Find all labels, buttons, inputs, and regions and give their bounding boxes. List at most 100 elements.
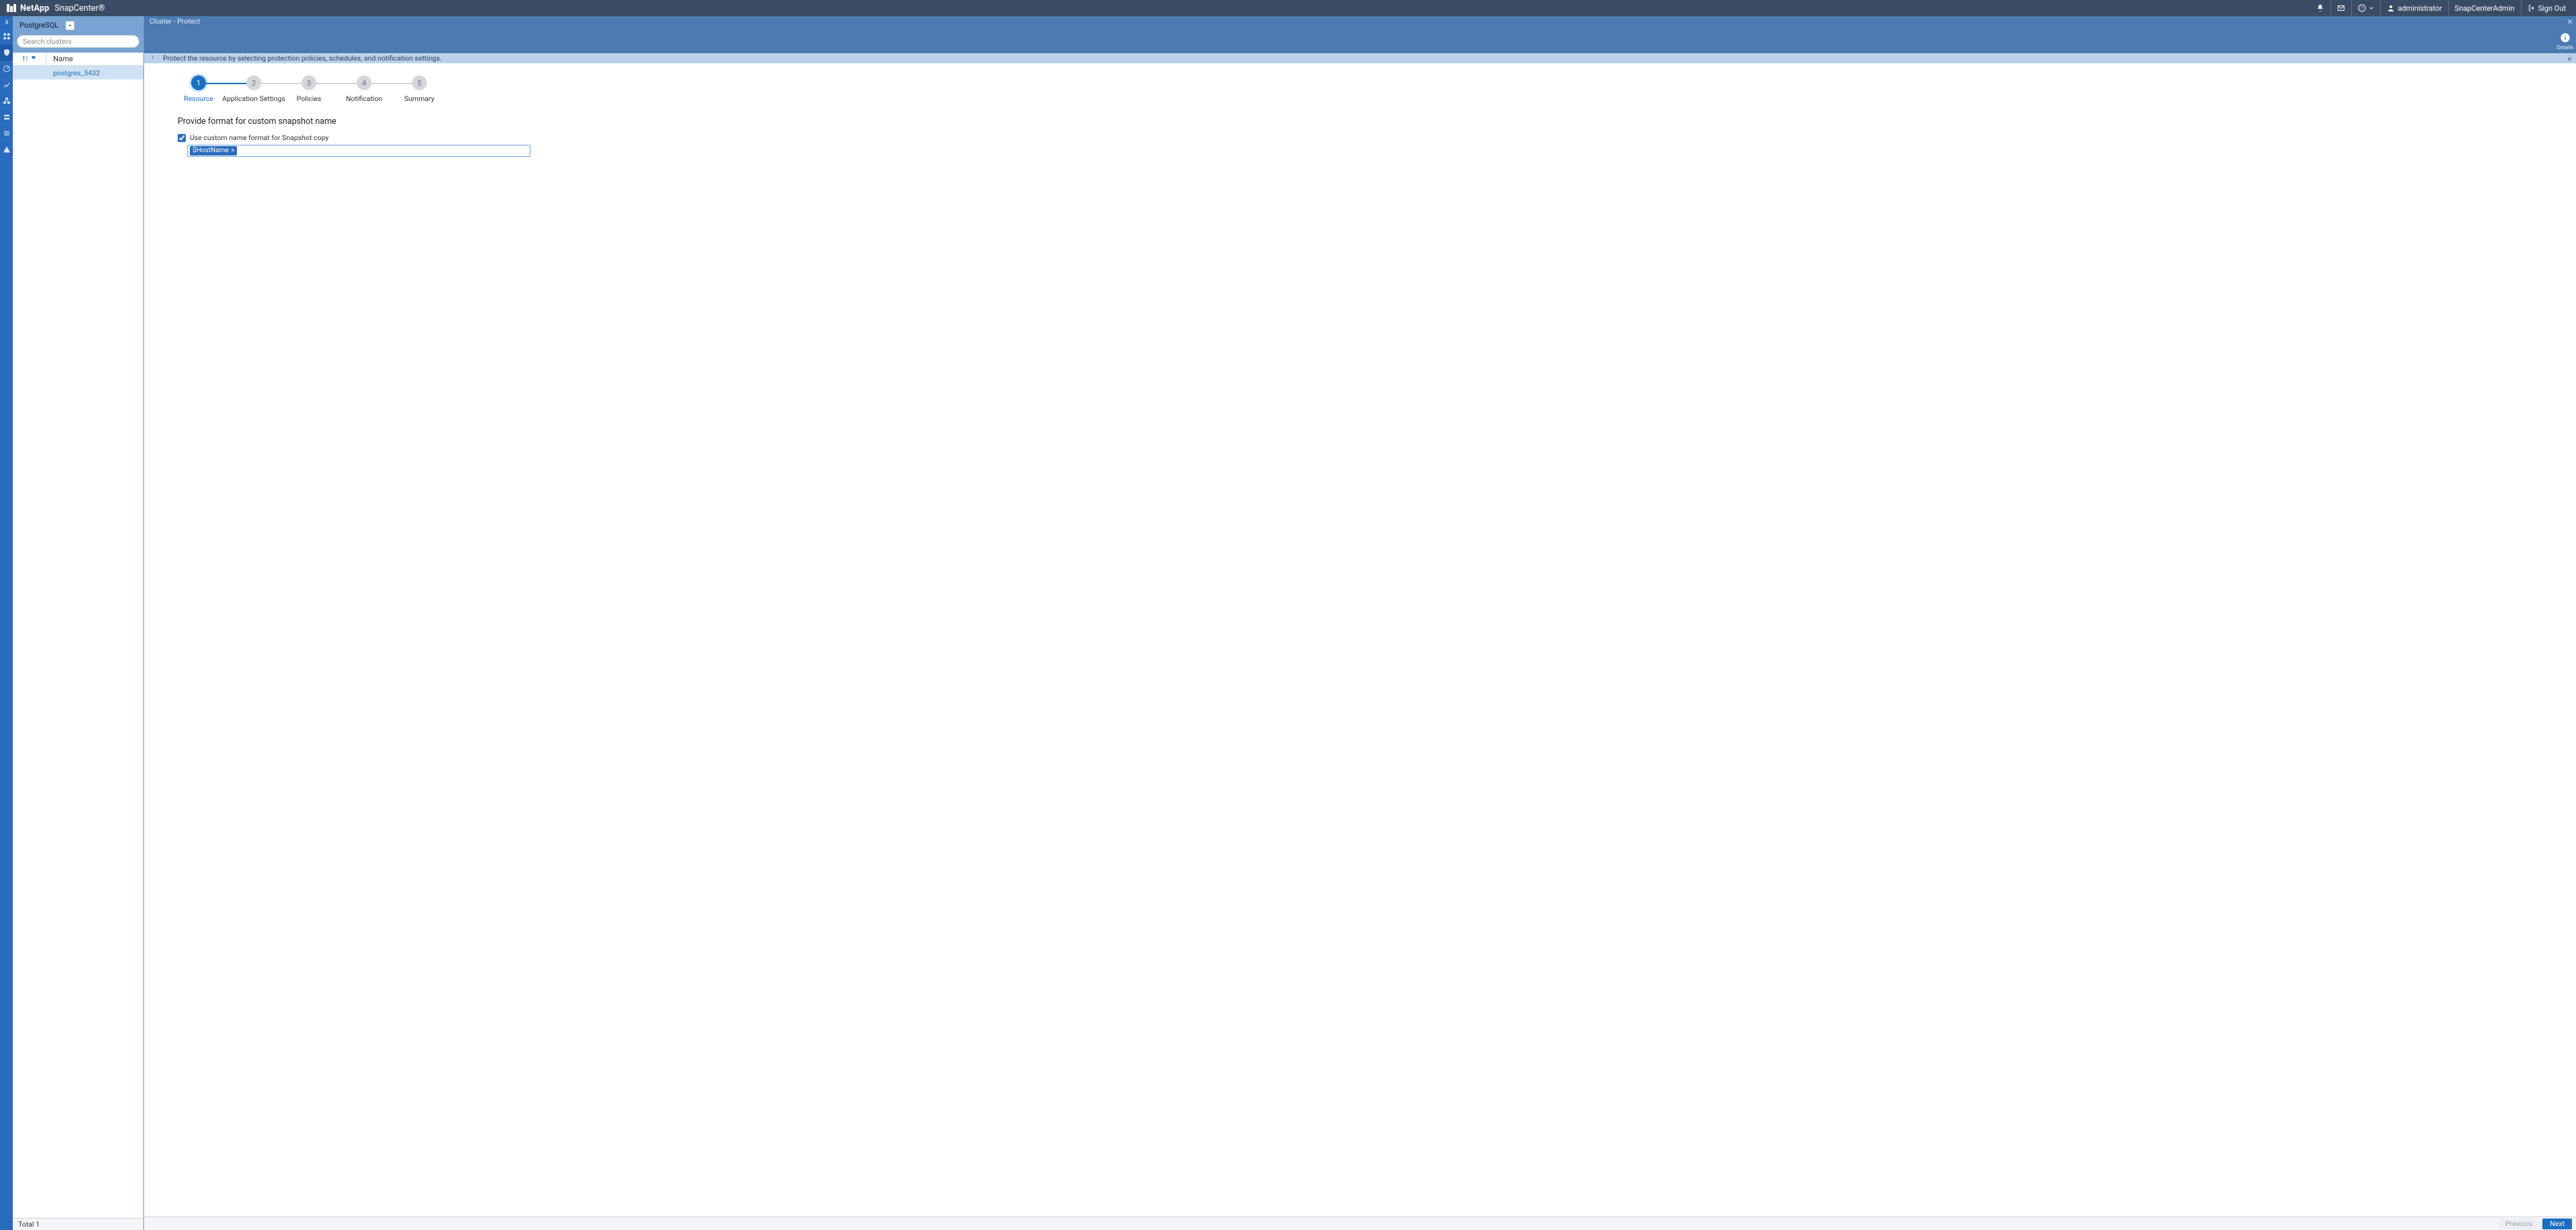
chip-remove-button[interactable]: × bbox=[232, 147, 235, 155]
resource-list: postgres_5432 bbox=[13, 66, 143, 1218]
custom-name-checkbox[interactable] bbox=[178, 134, 186, 142]
svg-text:?: ? bbox=[2361, 6, 2363, 11]
hint-close-button[interactable] bbox=[2565, 55, 2573, 63]
help-menu[interactable]: ? bbox=[2351, 0, 2380, 16]
context-close-button[interactable] bbox=[2565, 17, 2575, 26]
step-label: Application Settings bbox=[222, 94, 285, 103]
info-small-icon: i bbox=[149, 54, 156, 63]
resource-panel: PostgreSQL Name postgres_5432 Total 1 bbox=[13, 16, 144, 1230]
grid-icon bbox=[3, 32, 11, 40]
custom-name-checkbox-label[interactable]: Use custom name format for Snapshot copy bbox=[190, 133, 328, 142]
main: Cluster - Protect Details i Protect the … bbox=[144, 16, 2576, 1230]
user-icon bbox=[2387, 4, 2395, 12]
brand: NetApp SnapCenter® bbox=[7, 3, 105, 13]
plugin-dropdown-button[interactable] bbox=[65, 21, 75, 30]
sort-icon bbox=[22, 55, 29, 63]
nav-rail bbox=[0, 16, 13, 1230]
step-label: Summary bbox=[405, 94, 435, 103]
step-notification[interactable]: 4 Notification bbox=[337, 75, 392, 103]
topbar: NetApp SnapCenter® ? administrator SnapC… bbox=[0, 0, 2576, 16]
context-band: Cluster - Protect Details bbox=[144, 16, 2576, 53]
nav-dashboard[interactable] bbox=[0, 28, 13, 44]
resource-panel-header: PostgreSQL bbox=[13, 16, 143, 53]
close-icon bbox=[2567, 56, 2573, 62]
format-chip-text: $HostName bbox=[193, 147, 229, 155]
resource-row-name: postgres_5432 bbox=[53, 69, 100, 77]
resource-total: Total 1 bbox=[13, 1218, 143, 1230]
nav-settings[interactable] bbox=[0, 125, 13, 141]
step-number: 1 bbox=[191, 75, 206, 90]
help-icon: ? bbox=[2358, 4, 2366, 12]
rail-expand-button[interactable] bbox=[0, 16, 13, 28]
current-user-name: administrator bbox=[2398, 4, 2442, 13]
current-role[interactable]: SnapCenterAdmin bbox=[2448, 0, 2521, 16]
chevron-right-icon bbox=[3, 18, 11, 26]
breadcrumb-text: Cluster - Protect bbox=[149, 17, 200, 26]
step-summary[interactable]: 5 Summary bbox=[392, 75, 447, 103]
snapshot-name-format-text[interactable] bbox=[240, 146, 528, 156]
resource-col-name: Name bbox=[46, 55, 73, 63]
plugin-selector: PostgreSQL bbox=[17, 20, 139, 31]
step-number: 3 bbox=[302, 75, 316, 90]
current-user[interactable]: administrator bbox=[2380, 0, 2448, 16]
info-icon bbox=[2560, 32, 2571, 43]
signout-button[interactable]: Sign Out bbox=[2521, 0, 2572, 16]
chart-icon bbox=[3, 81, 11, 89]
hosts-icon bbox=[3, 97, 11, 105]
brand-logo-icon bbox=[7, 4, 16, 12]
previous-button: Previous bbox=[2498, 1219, 2540, 1229]
bell-icon bbox=[2316, 4, 2324, 12]
sliders-icon bbox=[3, 129, 11, 137]
resource-search[interactable] bbox=[17, 35, 139, 48]
step-label: Resource bbox=[184, 94, 213, 103]
notifications-button[interactable] bbox=[2310, 0, 2330, 16]
signout-icon bbox=[2528, 4, 2536, 12]
plugin-name: PostgreSQL bbox=[17, 20, 61, 31]
svg-text:i: i bbox=[152, 55, 153, 61]
brand-app: SnapCenter® bbox=[55, 3, 105, 13]
nav-alerts[interactable] bbox=[0, 141, 13, 158]
snapshot-name-format-input[interactable]: $HostName × bbox=[187, 145, 530, 157]
mail-icon bbox=[2337, 4, 2345, 12]
resource-columns: Name bbox=[13, 53, 143, 66]
breadcrumb: Cluster - Protect bbox=[144, 16, 2576, 26]
nav-monitor[interactable] bbox=[0, 61, 13, 77]
step-application-settings[interactable]: 2 Application Settings bbox=[226, 75, 281, 103]
resource-search-input[interactable] bbox=[23, 37, 133, 46]
alert-icon bbox=[3, 145, 11, 153]
nav-hosts[interactable] bbox=[0, 93, 13, 109]
nav-reports[interactable] bbox=[0, 77, 13, 93]
resource-step-form: Provide format for custom snapshot name … bbox=[144, 110, 683, 157]
wizard-steps: 1 Resource 2 Application Settings 3 Poli… bbox=[144, 63, 2576, 110]
form-heading: Provide format for custom snapshot name bbox=[178, 116, 683, 127]
chevron-down-icon bbox=[2369, 5, 2374, 11]
flag-icon bbox=[30, 55, 38, 63]
step-resource[interactable]: 1 Resource bbox=[171, 75, 226, 103]
close-icon bbox=[2567, 18, 2573, 25]
hint-text: Protect the resource by selecting protec… bbox=[163, 54, 442, 63]
step-number: 5 bbox=[412, 75, 427, 90]
gauge-icon bbox=[3, 65, 11, 73]
details-label: Details bbox=[2557, 44, 2573, 50]
next-button[interactable]: Next bbox=[2542, 1219, 2572, 1229]
format-chip: $HostName × bbox=[190, 146, 237, 156]
current-role-name: SnapCenterAdmin bbox=[2455, 4, 2515, 13]
step-label: Policies bbox=[297, 94, 322, 103]
step-policies[interactable]: 3 Policies bbox=[281, 75, 337, 103]
shield-icon bbox=[3, 48, 11, 57]
signout-label: Sign Out bbox=[2538, 4, 2566, 13]
step-number: 2 bbox=[246, 75, 261, 90]
nav-storage[interactable] bbox=[0, 109, 13, 125]
messages-button[interactable] bbox=[2330, 0, 2351, 16]
wizard-footer: Previous Next bbox=[144, 1217, 2576, 1230]
resource-sort-button[interactable] bbox=[13, 53, 46, 65]
hint-banner: i Protect the resource by selecting prot… bbox=[144, 53, 2576, 63]
wizard-body: 1 Resource 2 Application Settings 3 Poli… bbox=[144, 63, 2576, 1217]
topbar-right: ? administrator SnapCenterAdmin Sign Out bbox=[2310, 0, 2572, 16]
resource-total-label: Total 1 bbox=[18, 1220, 40, 1229]
brand-vendor: NetApp bbox=[20, 3, 49, 13]
details-button[interactable]: Details bbox=[2557, 32, 2573, 50]
caret-down-icon bbox=[67, 23, 73, 28]
nav-resources[interactable] bbox=[0, 44, 13, 61]
resource-row[interactable]: postgres_5432 bbox=[13, 66, 143, 79]
